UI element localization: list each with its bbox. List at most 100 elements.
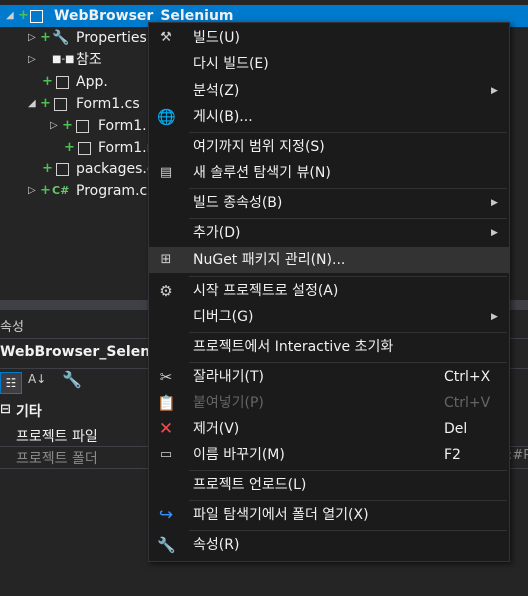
menu-item-analyze[interactable]: 분석(Z) ▶ — [149, 78, 509, 104]
menu-item-label: NuGet 패키지 관리(N)... — [193, 252, 346, 268]
add-icon: + — [42, 161, 53, 176]
tree-label: App. — [76, 74, 108, 90]
menu-item-rebuild[interactable]: 다시 빌드(E) — [149, 51, 509, 77]
menu-item-shortcut: Ctrl+V — [444, 395, 491, 411]
submenu-arrow-icon: ▶ — [491, 86, 498, 96]
menu-item-label: 게시(B)... — [193, 109, 253, 125]
menu-item-publish[interactable]: 🌐 게시(B)... — [149, 104, 509, 130]
build-icon: ⚒ — [160, 30, 172, 45]
paste-icon: 📋 — [157, 394, 176, 412]
menu-item-label: 새 솔루션 탐색기 뷰(N) — [193, 165, 331, 181]
form-icon — [54, 98, 67, 111]
menu-separator — [189, 332, 507, 333]
publish-globe-icon: 🌐 — [157, 108, 176, 126]
menu-item-label: 잘라내기(T) — [193, 369, 264, 385]
context-menu: ⚒ 빌드(U) 다시 빌드(E) 분석(Z) ▶ 🌐 게시(B)... 여기까지… — [148, 22, 510, 562]
menu-item-shortcut: Del — [444, 421, 468, 437]
chevron-down-icon[interactable]: ◢ — [6, 5, 14, 27]
add-icon: + — [64, 140, 75, 155]
tree-label: packages.c — [76, 161, 155, 177]
menu-separator — [189, 530, 507, 531]
menu-item-label: 이름 바꾸기(M) — [193, 447, 285, 463]
add-icon: + — [18, 8, 29, 23]
open-folder-arrow-icon: ↪ — [158, 505, 174, 525]
tree-label: Properties — [76, 30, 147, 46]
menu-item-cut[interactable]: ✂ 잘라내기(T) Ctrl+X — [149, 364, 509, 390]
wrench-icon: 🔧 — [157, 536, 176, 554]
remove-x-icon: ✕ — [158, 419, 174, 439]
add-icon: + — [42, 74, 53, 89]
category-label: 기타 — [16, 404, 42, 420]
categorized-icon[interactable]: ☷ — [0, 372, 22, 394]
references-icon: ■-■ — [52, 54, 75, 65]
scissors-icon: ✂ — [159, 368, 173, 386]
property-value: :#Pr — [508, 448, 528, 463]
menu-item-shortcut: F2 — [444, 447, 461, 463]
menu-item-remove[interactable]: ✕ 제거(V) Del — [149, 416, 509, 442]
property-pages-icon[interactable]: 🔧 — [62, 370, 82, 389]
config-file-icon — [56, 163, 69, 176]
menu-item-label: 속성(R) — [193, 537, 240, 553]
menu-separator — [189, 276, 507, 277]
menu-item-label: 붙여넣기(P) — [193, 395, 264, 411]
chevron-right-icon[interactable]: ▷ — [50, 115, 58, 137]
chevron-right-icon[interactable]: ▷ — [28, 49, 36, 71]
menu-item-shortcut: Ctrl+X — [444, 369, 491, 385]
config-file-icon — [56, 76, 69, 89]
menu-item-unload-project[interactable]: 프로젝트 언로드(L) — [149, 472, 509, 498]
tree-label: 참조 — [76, 52, 102, 68]
selected-object-name[interactable]: WebBrowser_Seleniu — [0, 344, 165, 360]
menu-separator — [189, 362, 507, 363]
csharp-project-icon — [30, 10, 43, 23]
menu-separator — [189, 470, 507, 471]
menu-separator — [189, 218, 507, 219]
menu-item-scope-to-this[interactable]: 여기까지 범위 지정(S) — [149, 134, 509, 160]
menu-item-debug[interactable]: 디버그(G) ▶ — [149, 304, 509, 330]
menu-item-label: 디버그(G) — [193, 309, 254, 325]
add-icon: + — [40, 183, 51, 198]
menu-item-label: 여기까지 범위 지정(S) — [193, 139, 325, 155]
property-name: 프로젝트 폴더 — [16, 451, 98, 467]
chevron-right-icon[interactable]: ▷ — [28, 27, 36, 49]
alphabetical-icon[interactable]: A↓ — [28, 372, 46, 386]
menu-item-label: 제거(V) — [193, 421, 240, 437]
submenu-arrow-icon: ▶ — [491, 198, 498, 208]
menu-item-properties[interactable]: 🔧 속성(R) — [149, 532, 509, 558]
chevron-down-icon[interactable]: ◢ — [28, 93, 36, 115]
menu-item-manage-nuget[interactable]: ⊞ NuGet 패키지 관리(N)... — [149, 247, 509, 273]
panel-title: 속성 — [0, 320, 24, 335]
menu-separator — [189, 188, 507, 189]
menu-item-label: 프로젝트 언로드(L) — [193, 477, 307, 493]
menu-item-label: 다시 빌드(E) — [193, 56, 269, 72]
menu-separator — [189, 500, 507, 501]
menu-separator — [189, 132, 507, 133]
csharp-file-icon: C# — [52, 184, 70, 197]
menu-item-label: 시작 프로젝트로 설정(A) — [193, 283, 339, 299]
add-icon: + — [40, 30, 51, 45]
add-icon: + — [40, 96, 51, 111]
menu-item-label: 빌드 종속성(B) — [193, 195, 283, 211]
menu-item-open-in-explorer[interactable]: ↪ 파일 탐색기에서 폴더 열기(X) — [149, 502, 509, 528]
menu-item-rename[interactable]: ▭ 이름 바꾸기(M) F2 — [149, 442, 509, 468]
menu-item-label: 추가(D) — [193, 225, 241, 241]
menu-item-label: 빌드(U) — [193, 30, 240, 46]
menu-item-new-explorer-view[interactable]: ▤ 새 솔루션 탐색기 뷰(N) — [149, 160, 509, 186]
submenu-arrow-icon: ▶ — [491, 228, 498, 238]
add-icon: + — [62, 118, 73, 133]
file-icon — [76, 120, 89, 133]
category-expander-icon[interactable]: ⊟ — [0, 402, 11, 417]
new-view-icon: ▤ — [159, 165, 173, 180]
menu-item-add[interactable]: 추가(D) ▶ — [149, 220, 509, 246]
rename-icon: ▭ — [159, 447, 173, 462]
menu-item-set-startup[interactable]: ⚙ 시작 프로젝트로 설정(A) — [149, 278, 509, 304]
tree-label: Form1.cs — [76, 96, 140, 112]
wrench-icon: 🔧 — [52, 30, 70, 46]
menu-item-label: 파일 탐색기에서 폴더 열기(X) — [193, 507, 369, 523]
chevron-right-icon[interactable]: ▷ — [28, 180, 36, 202]
menu-item-build[interactable]: ⚒ 빌드(U) — [149, 25, 509, 51]
menu-item-interactive-init[interactable]: 프로젝트에서 Interactive 초기화 — [149, 334, 509, 360]
submenu-arrow-icon: ▶ — [491, 312, 498, 322]
menu-item-paste: 📋 붙여넣기(P) Ctrl+V — [149, 390, 509, 416]
menu-item-build-dependencies[interactable]: 빌드 종속성(B) ▶ — [149, 190, 509, 216]
file-icon — [78, 142, 91, 155]
